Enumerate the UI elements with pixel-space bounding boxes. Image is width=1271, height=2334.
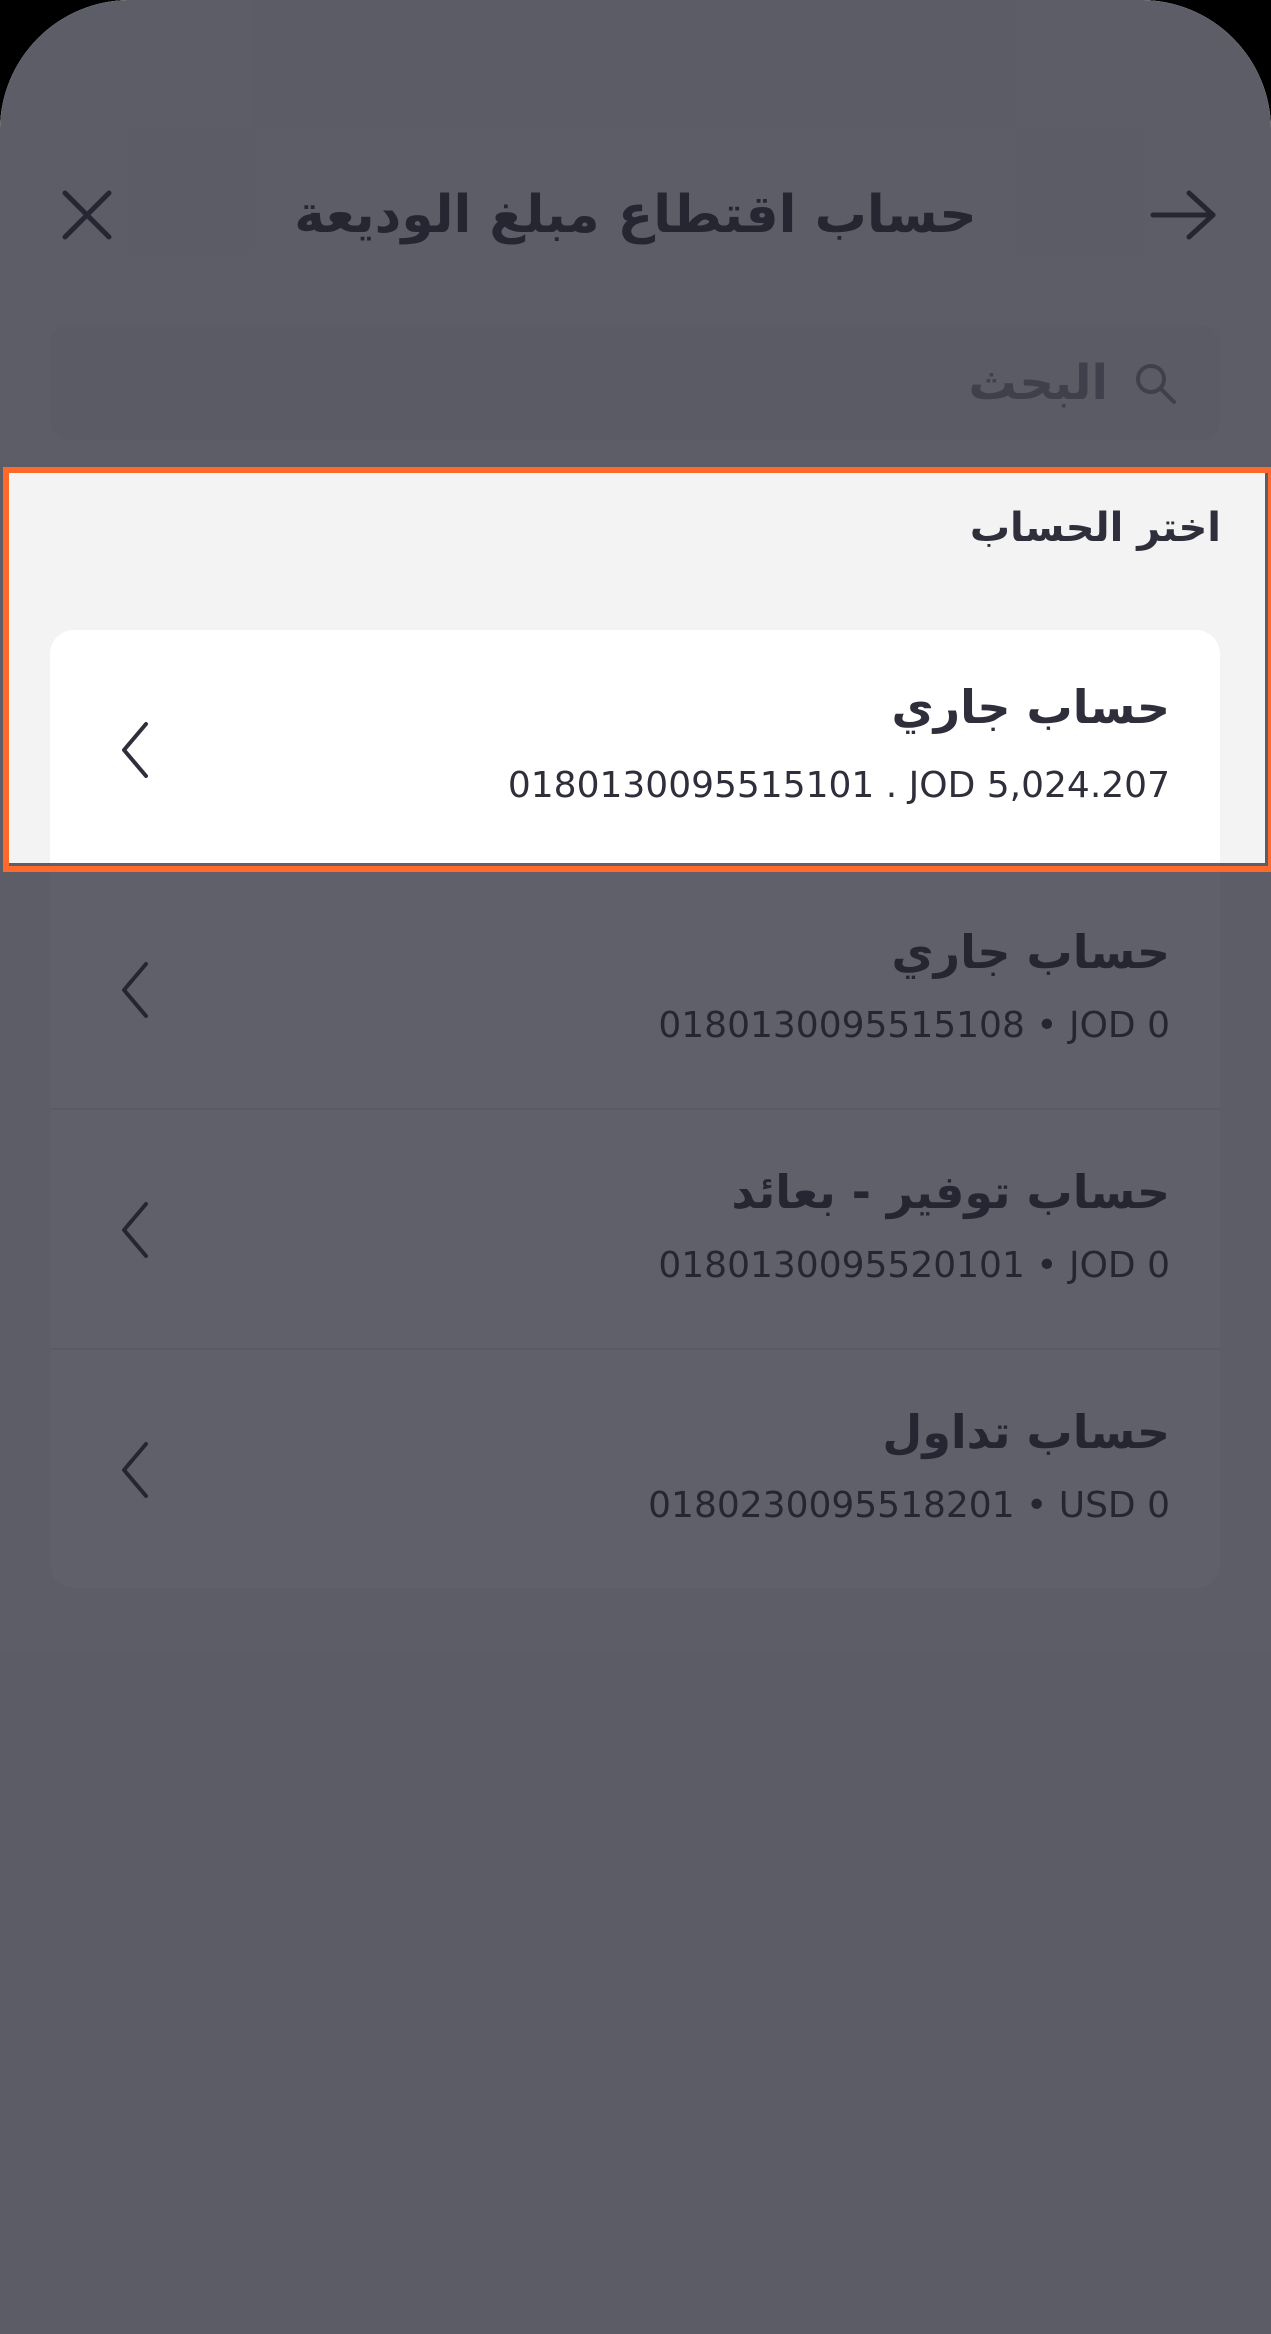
account-item[interactable]: حساب جاري 0180130095515108 • JOD 0 [50,870,1220,1110]
screen: حساب اقتطاع مبلغ الوديعة اختر الحساب حسا… [0,0,1271,2334]
account-name: حساب جاري [891,680,1170,734]
highlighted-account-item[interactable]: حساب جاري 0180130095515101 . JOD 5,024.2… [50,630,1220,863]
account-item[interactable]: حساب توفير - بعائد 0180130095520101 • JO… [50,1110,1220,1350]
search-input[interactable] [206,353,1110,412]
close-button[interactable] [42,170,132,260]
header: حساب اقتطاع مبلغ الوديعة [0,0,1271,320]
chevron-left-icon [110,715,160,785]
highlighted-region: اختر الحساب حساب جاري 0180130095515101 .… [6,470,1265,863]
search-icon [1130,358,1180,408]
chevron-left-icon [110,1195,160,1265]
account-name: حساب تداول [882,1405,1170,1459]
account-name: حساب توفير - بعائد [731,1165,1170,1219]
search-bar[interactable] [50,325,1220,440]
chevron-left-icon [110,955,160,1025]
account-detail: 0180130095515101 . JOD 5,024.207 [507,765,1170,806]
close-icon [62,190,112,240]
account-detail: 0180130095520101 • JOD 0 [658,1245,1170,1286]
account-detail: 0180130095515108 • JOD 0 [658,1005,1170,1046]
page-title: حساب اقتطاع مبلغ الوديعة [294,185,977,245]
back-button[interactable] [1139,170,1229,260]
section-label: اختر الحساب [969,505,1221,551]
chevron-left-icon [110,1435,160,1505]
account-name: حساب جاري [891,925,1170,979]
account-detail: 0180230095518201 • USD 0 [648,1485,1170,1526]
account-item[interactable]: حساب تداول 0180230095518201 • USD 0 [50,1350,1220,1588]
arrow-right-icon [1150,190,1216,240]
